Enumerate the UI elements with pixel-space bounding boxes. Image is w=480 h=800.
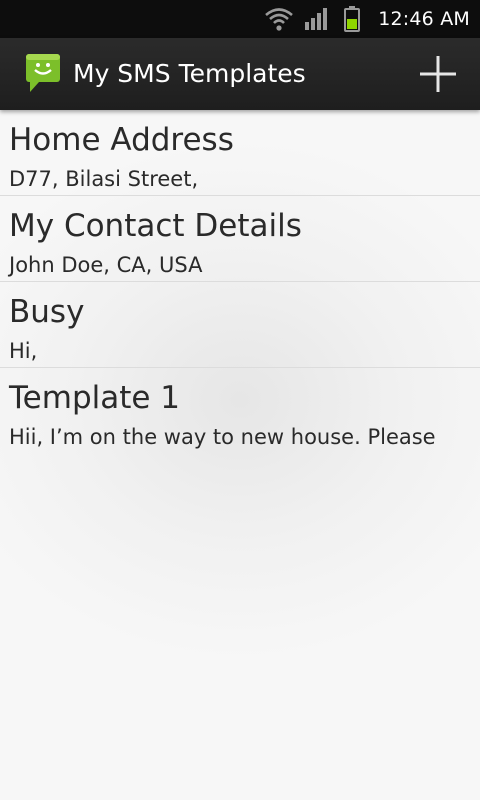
battery-icon — [344, 6, 361, 32]
add-template-button[interactable] — [414, 50, 462, 98]
signal-icon — [305, 8, 328, 30]
list-item[interactable]: My Contact Details John Doe, CA, USA — [0, 196, 480, 282]
list-item[interactable]: Template 1 Hii, I’m on the way to new ho… — [0, 368, 480, 453]
template-body: Hi, — [9, 339, 38, 363]
status-icons: 12:46 AM — [264, 0, 480, 38]
list-item[interactable]: Busy Hi, — [0, 282, 480, 368]
template-body: John Doe, CA, USA — [9, 253, 203, 277]
sms-chat-icon — [26, 54, 60, 92]
template-body: D77, Bilasi Street, — [9, 167, 199, 191]
plus-icon — [420, 56, 456, 92]
template-title: Template 1 — [9, 380, 181, 416]
template-title: Home Address — [9, 122, 234, 158]
page-title: My SMS Templates — [73, 59, 306, 88]
list-item[interactable]: Home Address D77, Bilasi Street, — [0, 110, 480, 196]
template-title: Busy — [9, 294, 85, 330]
status-bar: 12:46 AM — [0, 0, 480, 38]
template-title: My Contact Details — [9, 208, 302, 244]
wifi-icon — [265, 8, 294, 31]
clock: 12:46 AM — [378, 8, 470, 30]
template-list: Home Address D77, Bilasi Street, My Cont… — [0, 110, 480, 453]
action-bar: My SMS Templates — [0, 38, 480, 110]
template-body: Hii, I’m on the way to new house. Please — [9, 425, 436, 449]
